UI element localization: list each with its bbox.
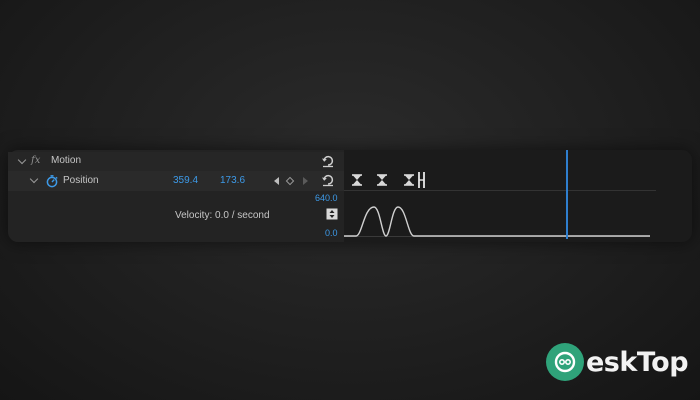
- property-name: Position: [63, 175, 99, 186]
- hourglass-keyframe-icon[interactable]: [376, 174, 388, 186]
- chevron-down-icon[interactable]: [29, 174, 39, 184]
- reset-icon[interactable]: [321, 173, 335, 187]
- chevron-down-icon[interactable]: [17, 155, 27, 165]
- watermark-text: eskTop: [586, 346, 689, 378]
- reset-icon[interactable]: [321, 154, 335, 168]
- position-x-value[interactable]: 359.4: [173, 171, 198, 191]
- add-keyframe-icon[interactable]: [285, 176, 295, 186]
- graph-toggle-icon[interactable]: [326, 208, 338, 220]
- velocity-min-value: 0.0: [325, 228, 338, 238]
- watermark: eskTop: [546, 340, 689, 384]
- fx-icon[interactable]: fx: [31, 151, 40, 171]
- watermark-logo-icon: [546, 343, 584, 381]
- work-area-bracket-icon[interactable]: [416, 171, 428, 189]
- motion-row[interactable]: fx Motion: [8, 152, 344, 171]
- position-y-value[interactable]: 173.6: [220, 171, 245, 191]
- effect-name: Motion: [51, 155, 82, 166]
- position-row[interactable]: Position 359.4 173.6: [8, 171, 344, 191]
- next-keyframe-icon[interactable]: [303, 177, 308, 185]
- timeline-divider: [344, 190, 656, 191]
- velocity-max-value: 640.0: [315, 193, 338, 203]
- playhead[interactable]: [566, 150, 568, 239]
- velocity-label: Velocity: 0.0 / second: [175, 210, 270, 221]
- velocity-graph[interactable]: [344, 195, 650, 240]
- velocity-curve: [344, 206, 650, 237]
- hourglass-keyframe-icon[interactable]: [351, 174, 363, 186]
- hourglass-keyframe-icon[interactable]: [403, 174, 415, 186]
- prev-keyframe-icon[interactable]: [274, 177, 279, 185]
- stopwatch-icon[interactable]: [45, 174, 59, 188]
